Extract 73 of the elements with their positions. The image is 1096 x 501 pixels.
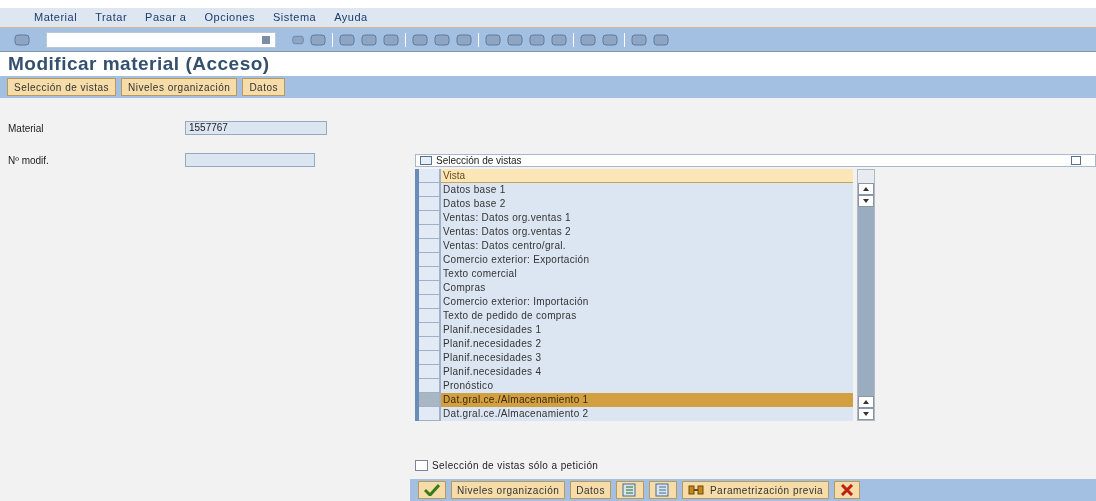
table-row[interactable]: Dat.gral.ce./Almacenamiento 1: [441, 393, 853, 407]
close-icon: [840, 484, 855, 496]
toolbar-button[interactable]: Selección de vistas: [7, 78, 117, 96]
row-selector[interactable]: [419, 365, 441, 379]
field-label: Material: [8, 121, 45, 136]
scroll-up-icon[interactable]: [858, 396, 874, 408]
select-all-cell[interactable]: [419, 169, 441, 183]
table-row[interactable]: Compras: [441, 281, 853, 295]
row-selector[interactable]: [419, 225, 441, 239]
icon-button[interactable]: [418, 481, 446, 499]
row-selector[interactable]: [419, 407, 441, 421]
row-selector[interactable]: [419, 351, 441, 365]
table-row[interactable]: Planif.necesidades 4: [441, 365, 853, 379]
icon-button[interactable]: [615, 481, 644, 499]
table-row[interactable]: Comercio exterior: Exportación: [441, 253, 853, 267]
table-row[interactable]: Texto de pedido de compras: [441, 309, 853, 323]
table-row[interactable]: Planif.necesidades 3: [441, 351, 853, 365]
screen-title: Modificar material (Acceso): [8, 51, 270, 76]
scroll-down-icon[interactable]: [858, 195, 874, 207]
menu-item[interactable]: Opciones: [204, 9, 255, 26]
row-selector[interactable]: [419, 211, 441, 225]
toolbar-button[interactable]: Niveles organización: [121, 78, 238, 96]
dropdown-icon[interactable]: [261, 34, 271, 45]
row-selector[interactable]: [419, 267, 441, 281]
table-row[interactable]: Datos base 1: [441, 183, 853, 197]
row-selector[interactable]: [419, 239, 441, 253]
menu-item[interactable]: Pasar a: [145, 9, 187, 26]
table-row[interactable]: Planif.necesidades 2: [441, 337, 853, 351]
row-selector[interactable]: [419, 281, 441, 295]
column-header[interactable]: Vista: [441, 169, 853, 183]
checkmark-icon: [424, 484, 440, 496]
checkbox[interactable]: [415, 459, 428, 471]
field-label: Nº modif.: [8, 153, 50, 168]
row-selector[interactable]: [419, 253, 441, 267]
icon-button[interactable]: [648, 481, 677, 499]
toolbar-button[interactable]: Datos: [242, 78, 285, 96]
dialog-menu-icon[interactable]: [1071, 156, 1081, 165]
settings-icon: [687, 484, 704, 496]
table-row[interactable]: Comercio exterior: Importación: [441, 295, 853, 309]
scroll-down-icon[interactable]: [858, 408, 874, 420]
row-selector[interactable]: [419, 309, 441, 323]
table-select-icon: [621, 483, 638, 497]
dialog-button[interactable]: Datos: [570, 481, 611, 499]
table-row[interactable]: Ventas: Datos org.ventas 1: [441, 211, 853, 225]
dialog-button[interactable]: Parametrización previa: [681, 481, 830, 499]
row-selector[interactable]: [419, 183, 441, 197]
row-selector[interactable]: [419, 337, 441, 351]
dialog-button[interactable]: Niveles organización: [451, 481, 566, 499]
input-field[interactable]: [185, 153, 315, 167]
table-row[interactable]: Ventas: Datos centro/gral.: [441, 239, 853, 253]
table-select-icon: [654, 483, 671, 497]
menu-item[interactable]: Material: [34, 9, 78, 26]
menu-item[interactable]: Sistema: [272, 9, 317, 26]
table-row[interactable]: Ventas: Datos org.ventas 2: [441, 225, 853, 239]
row-selector[interactable]: [419, 323, 441, 337]
icon-button[interactable]: [834, 481, 861, 499]
row-selector[interactable]: [419, 197, 441, 211]
scrollbar[interactable]: [857, 169, 875, 421]
row-selector[interactable]: [419, 295, 441, 309]
checkbox-label: Selección de vistas sólo a petición: [432, 458, 599, 473]
scroll-up-icon[interactable]: [858, 183, 874, 195]
menu-item[interactable]: Ayuda: [334, 9, 368, 26]
dialog-icon: [420, 156, 432, 165]
input-field[interactable]: 1557767: [185, 121, 327, 135]
table-row[interactable]: Texto comercial: [441, 267, 853, 281]
dialog-title: Selección de vistas: [436, 154, 523, 168]
table-row[interactable]: Datos base 2: [441, 197, 853, 211]
table-row[interactable]: Planif.necesidades 1: [441, 323, 853, 337]
row-selector[interactable]: [419, 379, 441, 393]
table-row[interactable]: Pronóstico: [441, 379, 853, 393]
menu-item[interactable]: Tratar: [95, 9, 128, 26]
command-field[interactable]: [46, 31, 276, 48]
table-row[interactable]: Dat.gral.ce./Almacenamiento 2: [441, 407, 853, 421]
